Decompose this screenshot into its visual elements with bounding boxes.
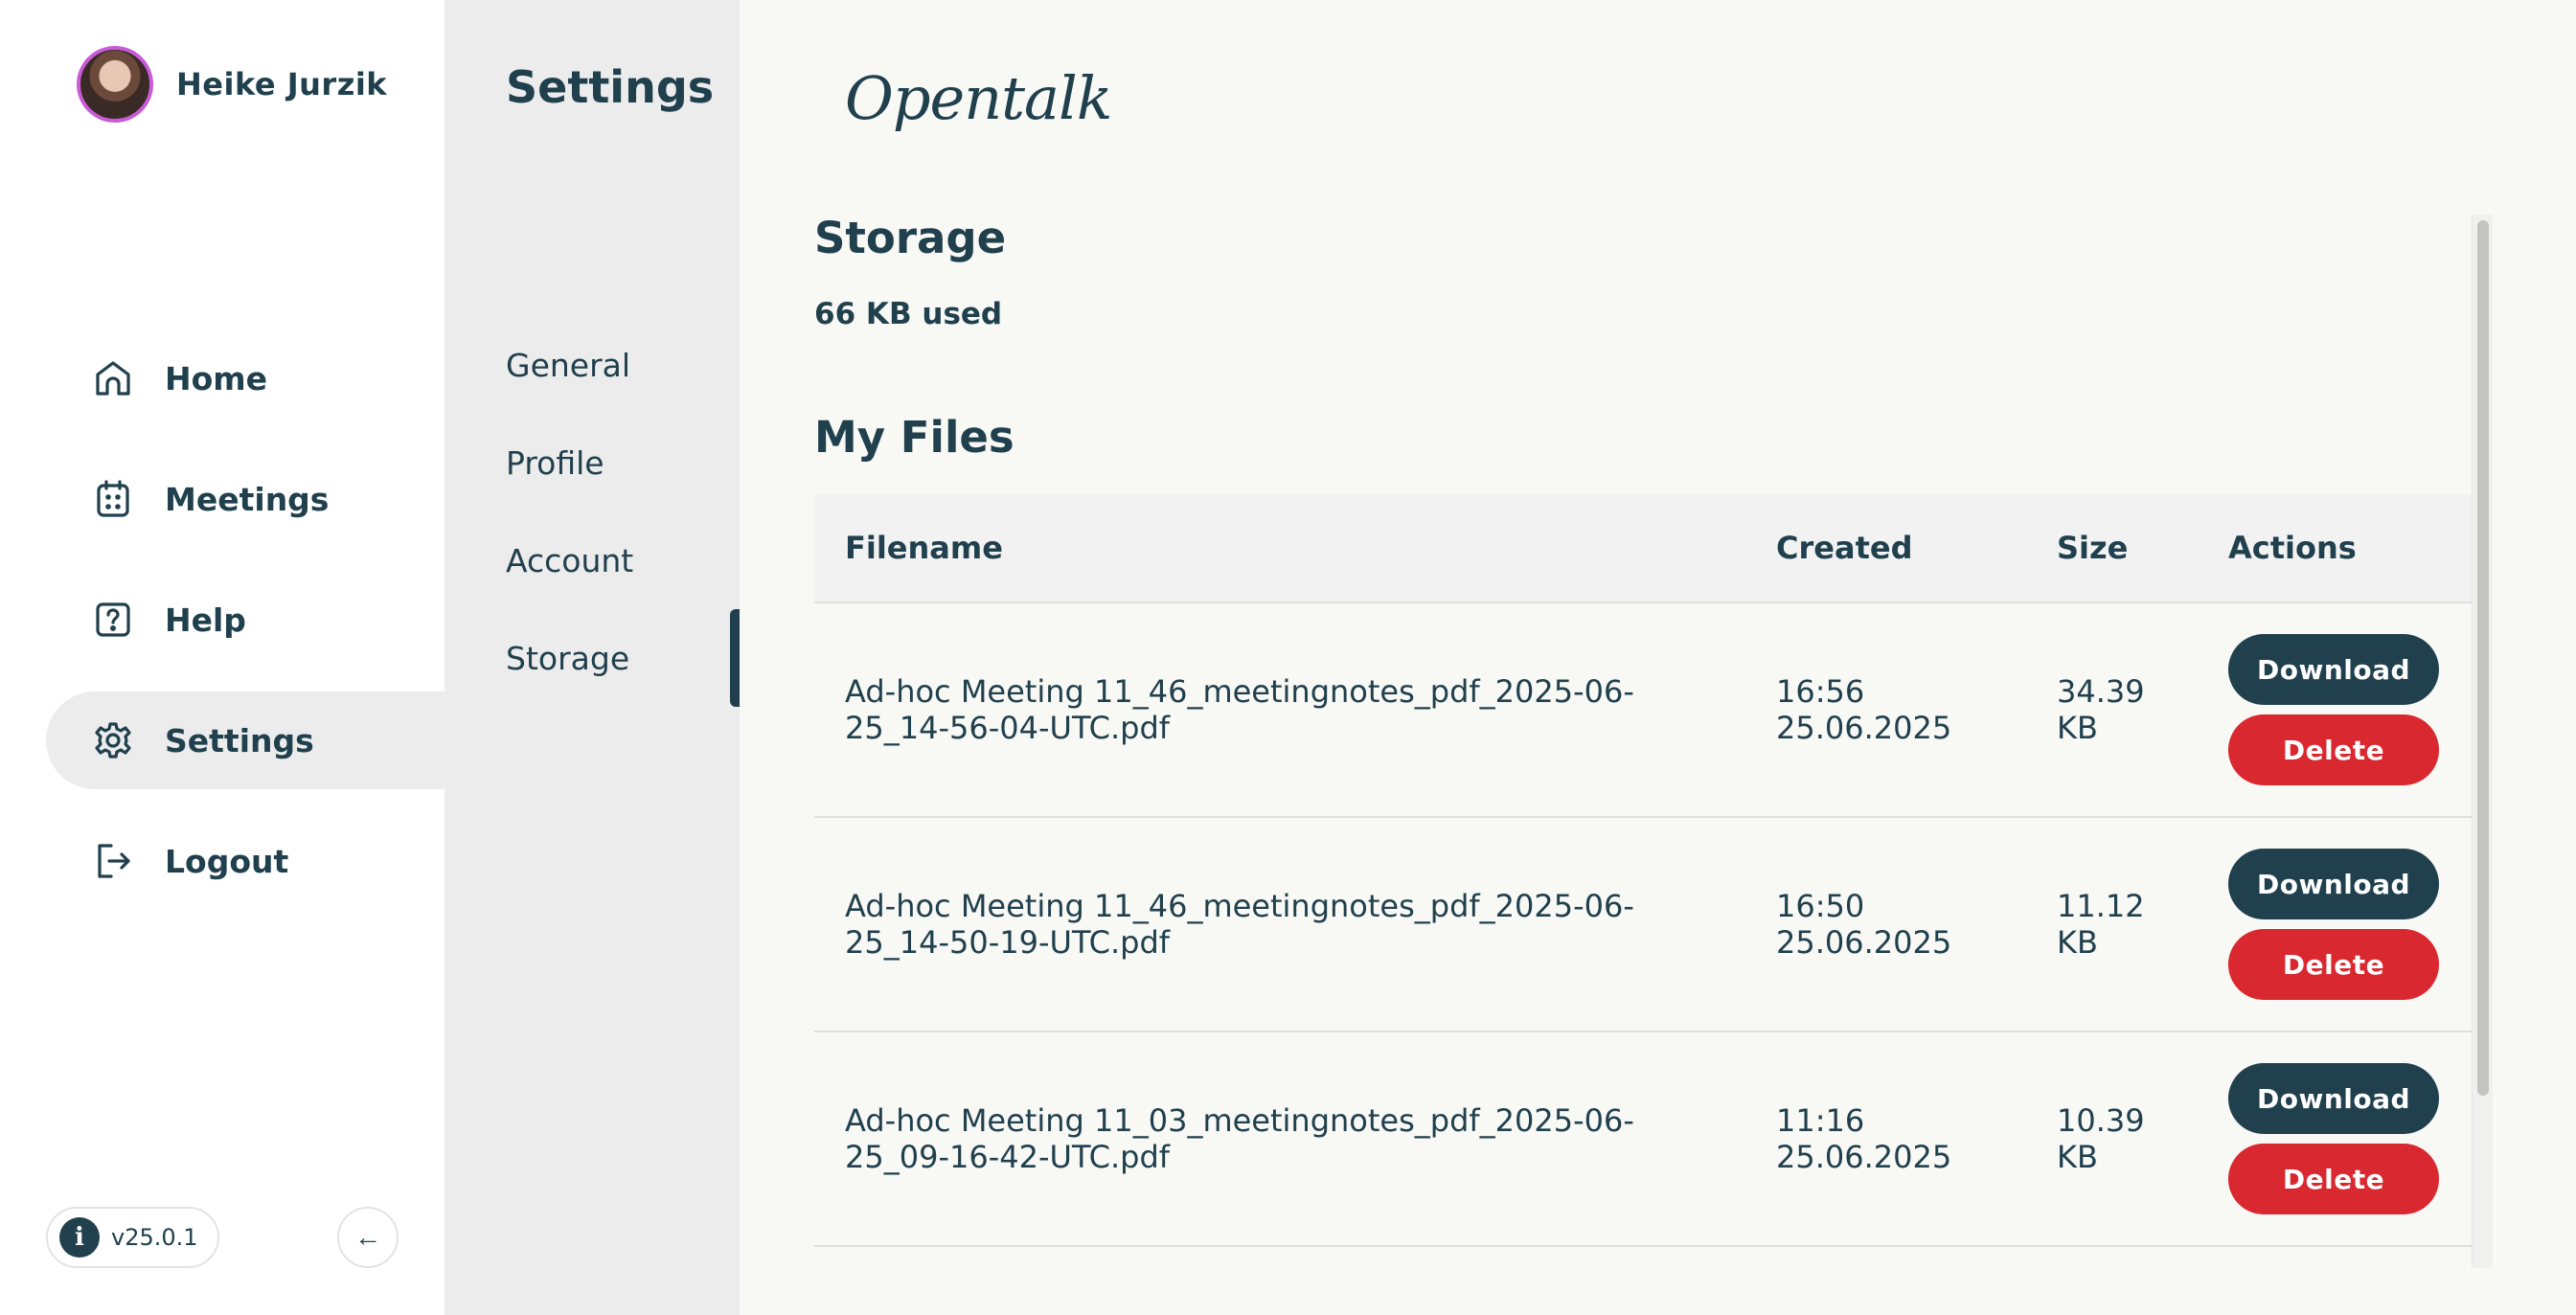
column-header-size[interactable]: Size [2057, 530, 2181, 566]
table-header: Filename Created Size Actions [814, 494, 2472, 603]
table-row: Ad-hoc Meeting 11_03_meetingnotes_pdf_20… [814, 1032, 2472, 1247]
storage-heading: Storage [814, 213, 1007, 263]
nav-item-meetings[interactable]: Meetings [46, 450, 445, 548]
column-header-actions: Actions [2228, 530, 2357, 566]
column-header-filename[interactable]: Filename [845, 530, 1688, 566]
nav-item-help[interactable]: Help [46, 571, 445, 669]
nav-item-logout[interactable]: Logout [46, 812, 445, 910]
created-date: 25.06.2025 [1776, 1139, 1952, 1175]
storage-page: Opentalk Storage 66 KB used My Files Fil… [740, 0, 2576, 1315]
nav-list: Home Meetings Help Settings Logout [46, 329, 445, 933]
file-name: Ad-hoc Meeting 11_03_meetingnotes_pdf_20… [845, 1102, 1688, 1175]
settings-item-general[interactable]: General [445, 316, 740, 414]
nav-label-meetings: Meetings [165, 480, 330, 518]
file-name-line: Ad-hoc Meeting 11_03_meetingnotes_pdf_20… [845, 1102, 1634, 1139]
logout-icon [90, 838, 136, 884]
home-icon [90, 355, 136, 401]
user-profile[interactable]: HJ Heike Jurzik [77, 46, 387, 123]
size-unit: KB [2057, 1139, 2098, 1175]
download-button[interactable]: Download [2228, 634, 2439, 705]
nav-item-home[interactable]: Home [46, 329, 445, 427]
file-name-line: 25_09-16-42-UTC.pdf [845, 1139, 1171, 1175]
help-icon [90, 597, 136, 643]
size-unit: KB [2057, 710, 2098, 746]
file-size: 11.12 KB [2057, 888, 2181, 961]
size-value: 34.39 [2057, 673, 2145, 710]
file-name-line: Ad-hoc Meeting 11_46_meetingnotes_pdf_20… [845, 888, 1634, 924]
created-time: 16:50 [1776, 888, 1865, 924]
settings-item-account[interactable]: Account [445, 511, 740, 609]
created-date: 25.06.2025 [1776, 710, 1952, 746]
storage-used: 66 KB used [814, 297, 1003, 331]
size-value: 10.39 [2057, 1102, 2145, 1139]
table-scrollbar[interactable] [2472, 215, 2493, 1268]
delete-button[interactable]: Delete [2228, 714, 2439, 785]
file-name: Ad-hoc Meeting 11_46_meetingnotes_pdf_20… [845, 888, 1688, 961]
version-text: v25.0.1 [111, 1224, 198, 1251]
file-actions: Download Delete [2228, 1063, 2449, 1214]
settings-navigation: Settings General Profile Account Storage [445, 0, 740, 1315]
my-files-heading: My Files [814, 412, 1014, 463]
scrollbar-thumb[interactable] [2477, 220, 2489, 1096]
file-created: 11:16 25.06.2025 [1776, 1102, 2025, 1175]
file-created: 16:56 25.06.2025 [1776, 673, 2025, 746]
file-size: 10.39 KB [2057, 1102, 2181, 1175]
table-row: Ad-hoc Meeting 11_46_meetingnotes_pdf_20… [814, 818, 2472, 1032]
settings-item-profile[interactable]: Profile [445, 414, 740, 511]
settings-title: Settings [506, 61, 715, 113]
nav-label-help: Help [165, 601, 246, 639]
file-name-line: 25_14-56-04-UTC.pdf [845, 710, 1171, 746]
avatar: HJ [77, 46, 153, 123]
main-navigation: HJ Heike Jurzik Home [0, 0, 445, 1315]
version-badge[interactable]: i v25.0.1 [46, 1207, 219, 1268]
file-name-line: Ad-hoc Meeting 11_46_meetingnotes_pdf_20… [845, 673, 1634, 710]
opentalk-logo: Opentalk [845, 63, 1112, 133]
file-name: Ad-hoc Meeting 11_46_meetingnotes_pdf_20… [845, 673, 1688, 746]
file-size: 34.39 KB [2057, 673, 2181, 746]
file-actions: Download Delete [2228, 849, 2449, 1000]
download-button[interactable]: Download [2228, 1063, 2439, 1134]
gear-icon [90, 717, 136, 763]
user-name: Heike Jurzik [176, 66, 388, 102]
file-actions: Download Delete [2228, 634, 2449, 785]
size-unit: KB [2057, 924, 2098, 961]
settings-list: General Profile Account Storage [445, 316, 740, 707]
table-row: Ad-hoc Meeting 11_46_meetingnotes_pdf_20… [814, 603, 2472, 818]
info-icon: i [59, 1217, 100, 1258]
collapse-sidebar-button[interactable]: ← [337, 1207, 399, 1268]
nav-item-settings[interactable]: Settings [46, 692, 445, 789]
arrow-left-icon: ← [354, 1222, 381, 1252]
delete-button[interactable]: Delete [2228, 929, 2439, 1000]
created-date: 25.06.2025 [1776, 924, 1952, 961]
created-time: 16:56 [1776, 673, 1865, 710]
settings-item-storage[interactable]: Storage [445, 609, 740, 707]
delete-button[interactable]: Delete [2228, 1144, 2439, 1214]
nav-label-settings: Settings [165, 721, 314, 760]
file-created: 16:50 25.06.2025 [1776, 888, 2025, 961]
nav-label-home: Home [165, 359, 268, 397]
download-button[interactable]: Download [2228, 849, 2439, 919]
created-time: 11:16 [1776, 1102, 1865, 1139]
nav-label-logout: Logout [165, 842, 289, 880]
calendar-icon [90, 476, 136, 522]
size-value: 11.12 [2057, 888, 2145, 924]
files-table: Filename Created Size Actions Ad-hoc Mee… [814, 494, 2472, 1247]
file-name-line: 25_14-50-19-UTC.pdf [845, 924, 1171, 961]
column-header-created[interactable]: Created [1776, 530, 2025, 566]
